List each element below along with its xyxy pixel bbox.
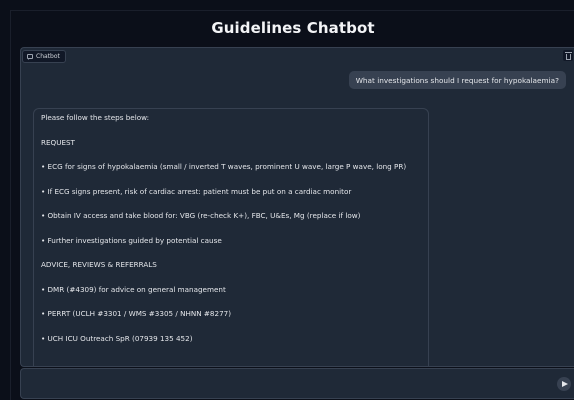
chat-bubble-icon [27, 54, 33, 60]
bot-message-line: • DMR (#4309) for advice on general mana… [41, 284, 226, 294]
user-message: What investigations should I request for… [348, 71, 566, 89]
bot-message-line: • If ECG signs present, risk of cardiac … [41, 186, 352, 196]
bot-message-line: Please follow the steps below: [41, 113, 150, 122]
clear-chat-button[interactable] [563, 50, 573, 61]
message-input[interactable] [25, 373, 545, 395]
chatbot-label-text: Chatbot [36, 53, 60, 60]
bot-message-line: • Obtain IV access and take blood for: V… [41, 211, 361, 220]
page-title: Guidelines Chatbot [211, 19, 375, 37]
bot-message-heading: ADVICE, REVIEWS & REFERRALS [41, 260, 157, 269]
message-input-row [20, 368, 574, 399]
bot-message-heading: REQUEST [41, 137, 75, 147]
send-button[interactable] [557, 377, 571, 391]
bot-message-line: • PERRT (UCLH #3301 / WMS #3305 / NHNN #… [41, 309, 232, 318]
bot-message-line: • UCH ICU Outreach SpR (07939 135 452) [41, 333, 193, 343]
trash-icon [564, 51, 572, 60]
send-icon [562, 381, 568, 387]
app-window: Guidelines Chatbot Chatbot What investig… [10, 10, 574, 400]
bot-message: Please follow the steps below: REQUEST •… [33, 108, 429, 366]
bot-message-line: • Further investigations guided by poten… [41, 235, 222, 245]
bot-message-line: • ECG for signs of hypokalaemia (small /… [41, 162, 407, 171]
chatbot-label: Chatbot [22, 50, 66, 63]
chat-panel[interactable]: Chatbot What investigations should I req… [20, 47, 574, 367]
